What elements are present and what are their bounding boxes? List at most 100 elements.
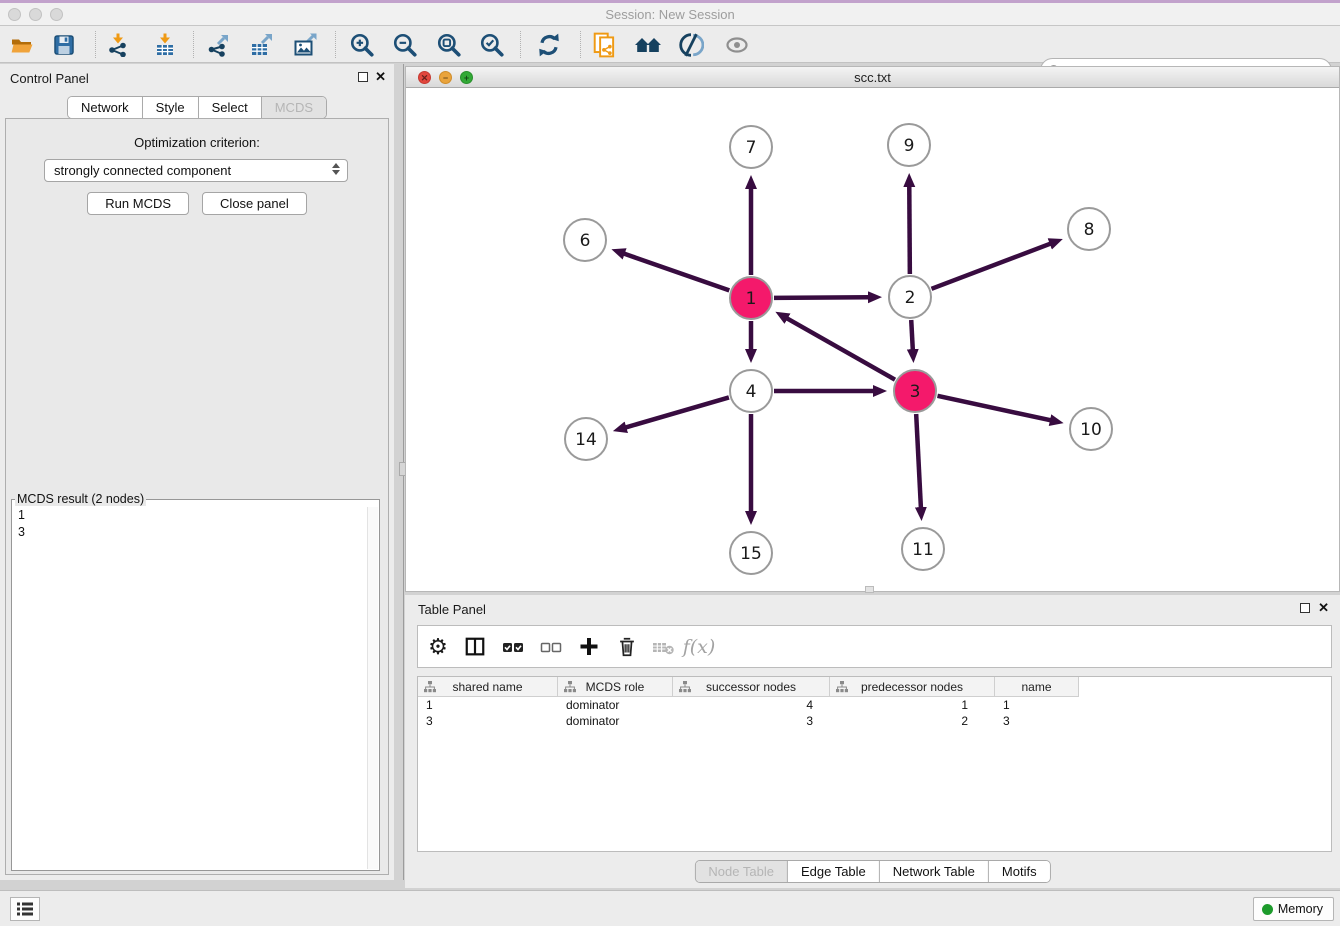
table-body: 1dominator4113dominator323 (418, 697, 1331, 729)
apply-function-button[interactable]: f(x) (682, 626, 716, 667)
graph-edge-2-9[interactable] (909, 186, 910, 274)
table-row[interactable]: 3dominator323 (418, 713, 1331, 729)
add-column-button[interactable] (572, 626, 606, 667)
table-cell[interactable]: 1 (830, 697, 995, 713)
optimization-criterion-select[interactable]: strongly connected component (44, 159, 348, 182)
graph-node-label-10: 10 (1080, 420, 1102, 440)
memory-button[interactable]: Memory (1253, 897, 1334, 921)
export-table-button[interactable] (244, 30, 278, 60)
zoom-in-button[interactable] (345, 30, 379, 60)
homes-icon (634, 33, 662, 57)
table-cell[interactable]: 3 (673, 713, 830, 729)
graph-node-label-7: 7 (746, 138, 757, 158)
table-panel-header: Table Panel ✕ (405, 595, 1340, 623)
graph-edge-3-1[interactable] (787, 318, 895, 379)
tab-motifs[interactable]: Motifs (989, 861, 1050, 882)
show-graphics-button[interactable] (720, 30, 754, 60)
tab-select[interactable]: Select (199, 97, 262, 118)
network-from-file-button[interactable] (588, 30, 622, 60)
task-history-button[interactable] (10, 897, 40, 921)
table-cell[interactable]: 3 (418, 713, 558, 729)
graph-node-label-11: 11 (912, 540, 934, 560)
table-cell[interactable]: 1 (418, 697, 558, 713)
graph-edge-3-11[interactable] (916, 414, 921, 508)
float-panel-icon[interactable] (358, 72, 368, 82)
control-panel-tabs: Network Style Select MCDS (67, 96, 327, 119)
delete-table-button[interactable] (646, 626, 680, 667)
network-resize-grip[interactable] (865, 586, 874, 593)
graph-edge-3-10[interactable] (937, 396, 1050, 420)
tab-node-table[interactable]: Node Table (695, 861, 788, 882)
table-cell[interactable]: 2 (830, 713, 995, 729)
trash-icon (616, 635, 638, 659)
float-table-panel-icon[interactable] (1300, 603, 1310, 613)
zoom-fit-button[interactable] (432, 30, 466, 60)
deselect-all-columns-button[interactable] (534, 626, 568, 667)
graph-edge-2-3[interactable] (911, 320, 913, 350)
checked-boxes-icon (501, 635, 525, 659)
export-image-button[interactable] (288, 30, 322, 60)
toolbar-separator (580, 31, 581, 58)
tab-style[interactable]: Style (143, 97, 199, 118)
run-mcds-button[interactable]: Run MCDS (87, 192, 189, 215)
control-panel-header: Control Panel ✕ (0, 64, 394, 92)
table-cell[interactable]: dominator (558, 697, 673, 713)
table-options-button[interactable]: ⚙ (421, 626, 455, 667)
main-toolbar (0, 26, 1340, 63)
refresh-icon (536, 32, 562, 58)
column-header-successor-nodes[interactable]: successor nodes (673, 677, 830, 697)
graph-node-label-8: 8 (1084, 220, 1095, 240)
select-all-columns-button[interactable] (496, 626, 530, 667)
graph-node-label-4: 4 (746, 382, 757, 402)
eye-icon (723, 33, 751, 57)
graph-edge-2-8[interactable] (932, 244, 1051, 289)
mcds-result-text[interactable]: 1 3 (12, 506, 366, 870)
export-network-button[interactable] (201, 30, 235, 60)
column-header-shared-name[interactable]: shared name (418, 677, 558, 697)
table-cell[interactable]: dominator (558, 713, 673, 729)
open-folder-icon (9, 33, 35, 57)
tab-network-table[interactable]: Network Table (880, 861, 989, 882)
application-window: Session: New Session (0, 0, 1340, 926)
network-file-icon (592, 32, 618, 58)
hide-graphics-button[interactable] (674, 30, 708, 60)
graph-node-label-6: 6 (580, 231, 591, 251)
table-cell[interactable]: 4 (673, 697, 830, 713)
graph-edge-4-14[interactable] (625, 397, 729, 427)
result-scrollbar[interactable] (367, 507, 378, 869)
toolbar-separator (95, 31, 96, 58)
column-header-name[interactable]: name (995, 677, 1079, 697)
network-graph[interactable]: 7968124314101511 (406, 88, 1339, 591)
import-network-button[interactable] (101, 30, 135, 60)
home-layout-button[interactable] (631, 30, 665, 60)
tab-network[interactable]: Network (68, 97, 143, 118)
export-image-icon (293, 33, 317, 57)
open-file-button[interactable] (5, 30, 39, 60)
network-window-header[interactable]: ✕ − + scc.txt (406, 67, 1339, 88)
close-panel-button[interactable]: Close panel (202, 192, 307, 215)
column-header-predecessor-nodes[interactable]: predecessor nodes (830, 677, 995, 697)
zoom-out-icon (392, 32, 418, 58)
tab-edge-table[interactable]: Edge Table (788, 861, 880, 882)
graph-edge-1-2[interactable] (774, 297, 869, 298)
zoom-out-button[interactable] (388, 30, 422, 60)
table-cell[interactable]: 1 (995, 697, 1079, 713)
delete-column-button[interactable] (610, 626, 644, 667)
table-row[interactable]: 1dominator411 (418, 697, 1331, 713)
column-header-MCDS-role[interactable]: MCDS role (558, 677, 673, 697)
close-table-panel-icon[interactable]: ✕ (1318, 600, 1329, 616)
graph-edge-1-6[interactable] (624, 254, 730, 291)
memory-status-icon (1262, 904, 1273, 915)
show-columns-button[interactable] (458, 626, 492, 667)
unchecked-boxes-icon (539, 635, 563, 659)
zoom-selected-icon (479, 32, 505, 58)
toolbar-separator (335, 31, 336, 58)
table-cell[interactable]: 3 (995, 713, 1079, 729)
tab-mcds[interactable]: MCDS (262, 97, 326, 118)
close-panel-icon[interactable]: ✕ (375, 69, 386, 85)
import-table-button[interactable] (148, 30, 182, 60)
zoom-selected-button[interactable] (475, 30, 509, 60)
graph-node-label-14: 14 (575, 430, 597, 450)
refresh-layout-button[interactable] (532, 30, 566, 60)
save-session-button[interactable] (47, 30, 81, 60)
